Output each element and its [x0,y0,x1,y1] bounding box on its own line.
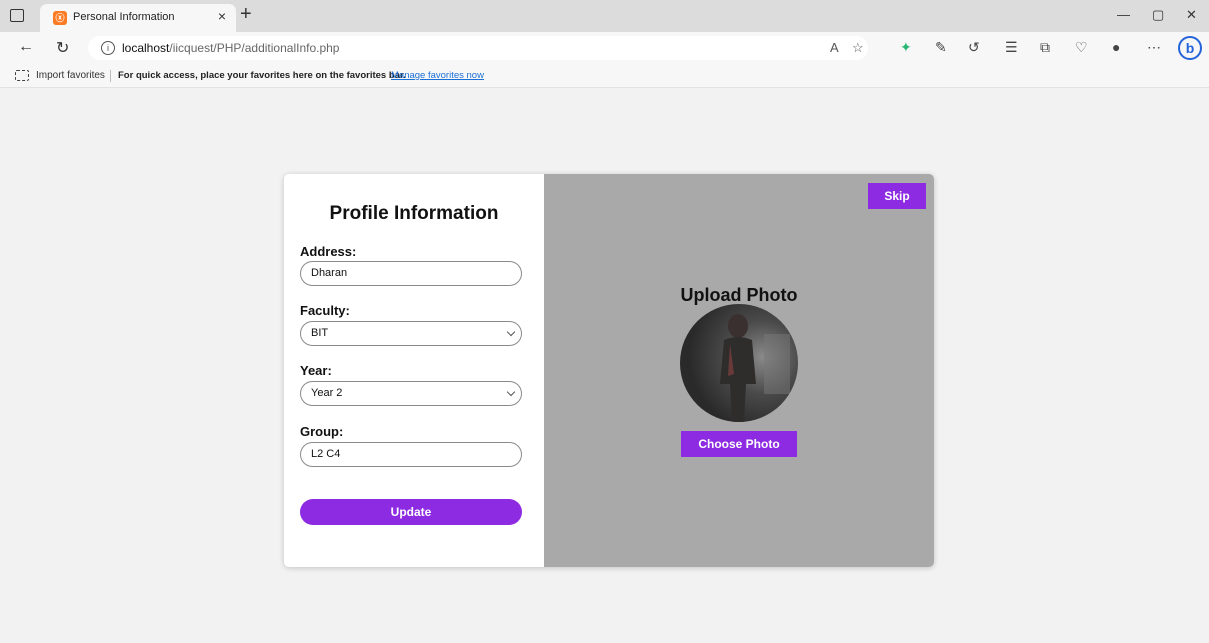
favorites-bar: Import favorites For quick access, place… [0,64,1209,88]
collections-icon[interactable]: ⧉ [1040,39,1050,56]
minimize-icon[interactable]: — [1117,7,1130,22]
pen-icon[interactable]: ✎ [935,39,947,56]
skip-button[interactable]: Skip [868,183,926,209]
restore-icon[interactable]: ▢ [1152,7,1164,23]
favorites-message: For quick access, place your favorites h… [118,70,406,81]
profile-icon[interactable]: ● [1112,39,1120,55]
tab-close-icon[interactable]: × [218,8,226,24]
year-value: Year 2 [311,387,343,399]
choose-photo-button[interactable]: Choose Photo [681,431,797,457]
faculty-value: BIT [311,327,329,339]
favorite-star-icon[interactable]: ☆ [852,40,864,56]
form-title: Profile Information [329,203,499,224]
url-path: /iicquest/PHP/additionalInfo.php [169,41,340,55]
chevron-down-icon [506,327,516,337]
browser-essentials-icon[interactable]: ♡ [1075,39,1088,56]
profile-photo [680,304,798,422]
address-bar[interactable]: i localhost/iicquest/PHP/additionalInfo.… [88,36,868,60]
year-label: Year: [300,363,332,378]
tab-actions-icon[interactable] [10,9,24,22]
import-favorites-icon[interactable] [15,70,29,81]
xampp-favicon-icon: ⓧ [53,11,67,25]
browser-tab[interactable]: ⓧ Personal Information × [40,4,236,32]
bing-chat-icon[interactable]: b [1178,36,1202,60]
person-photo-icon [720,314,790,422]
manage-favorites-link[interactable]: Manage favorites now [391,70,484,81]
upload-photo-title: Upload Photo [680,285,798,305]
profile-card: Profile Information Address: Dharan Facu… [284,174,934,567]
year-select[interactable]: Year 2 [300,381,522,406]
profile-form: Profile Information Address: Dharan Facu… [284,174,544,567]
upload-photo-panel: Skip Upload Photo Choose Photo [544,174,934,567]
faculty-select[interactable]: BIT [300,321,522,346]
read-aloud-icon[interactable]: A [830,40,839,55]
tab-bar: ⓧ Personal Information × + — ▢ ✕ [0,0,1209,32]
site-info-icon[interactable]: i [101,41,115,55]
more-options-icon[interactable]: ⋯ [1147,39,1161,56]
browser-toolbar: ← ↻ i localhost/iicquest/PHP/additionalI… [0,32,1209,64]
tab-title: Personal Information [73,11,175,23]
back-icon[interactable]: ← [18,38,34,56]
address-label: Address: [300,244,357,259]
chevron-down-icon [506,387,516,397]
refresh-icon[interactable]: ↻ [56,38,69,58]
extension-icon[interactable]: ✦ [900,39,912,56]
url-text[interactable]: localhost/iicquest/PHP/additionalInfo.ph… [122,41,339,55]
update-button[interactable]: Update [300,499,522,525]
faculty-label: Faculty: [300,303,350,318]
group-label: Group: [300,424,344,439]
group-input[interactable]: L2 C4 [300,442,522,467]
refresh-extension-icon[interactable]: ↺ [968,39,980,56]
new-tab-icon[interactable]: + [240,3,252,26]
import-favorites-link[interactable]: Import favorites [36,70,105,81]
favorites-icon[interactable]: ☰ [1005,39,1018,56]
favorites-divider [110,70,111,82]
url-host: localhost [122,41,170,55]
close-window-icon[interactable]: ✕ [1186,7,1197,23]
address-input[interactable]: Dharan [300,261,522,286]
